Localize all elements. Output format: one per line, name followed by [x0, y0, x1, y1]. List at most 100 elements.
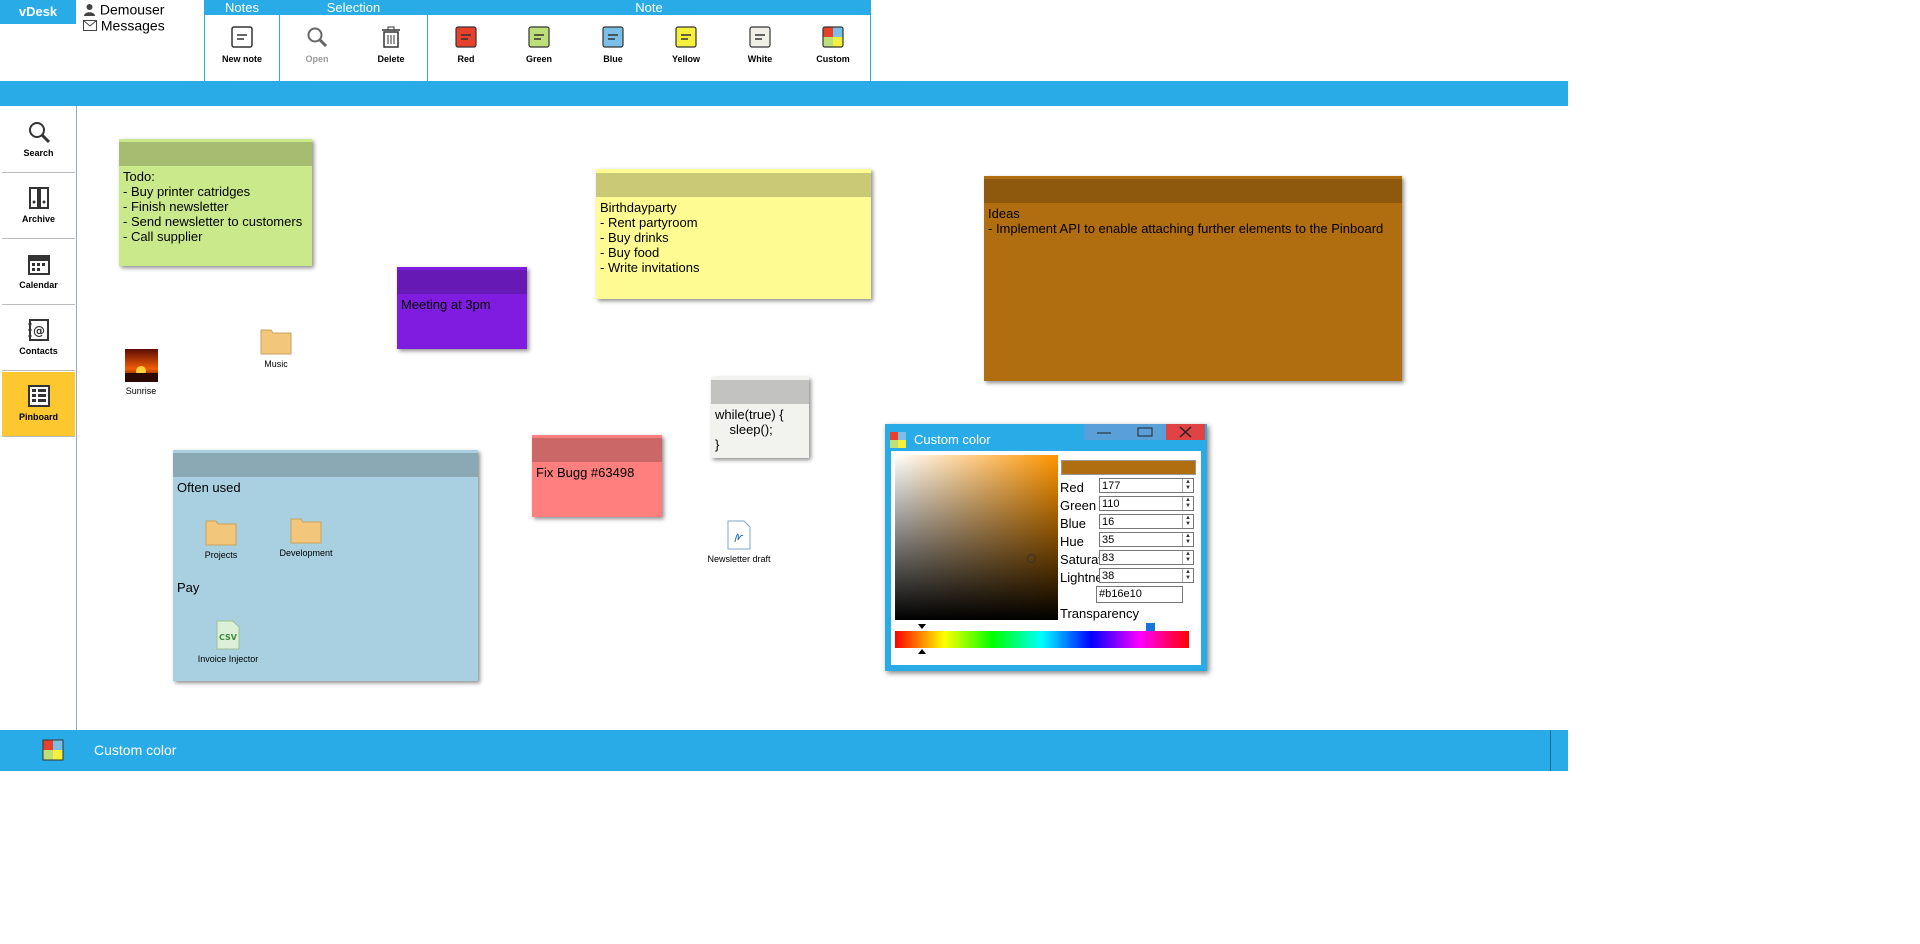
- folder-development[interactable]: Development: [261, 516, 351, 558]
- hex-input[interactable]: #b16e10: [1096, 586, 1183, 603]
- color-red-button[interactable]: Red: [436, 26, 496, 64]
- user-name: Demouser: [99, 1, 165, 18]
- folder-icon: [205, 520, 237, 546]
- note-text[interactable]: Meeting at 3pm: [397, 294, 527, 315]
- app-brand[interactable]: vDesk: [0, 0, 76, 24]
- note-drag-handle[interactable]: [397, 270, 527, 294]
- blue-label: Blue: [603, 54, 623, 64]
- note-bug[interactable]: Fix Bugg #63498: [532, 435, 662, 517]
- ribbon-group-title: Note: [428, 0, 870, 15]
- saturation-lightness-picker[interactable]: [895, 455, 1058, 620]
- sidebar-item-search[interactable]: Search: [2, 108, 75, 173]
- saturation-input[interactable]: 83 ▲ ▼: [1099, 550, 1194, 565]
- note-text[interactable]: Birthdayparty - Rent partyroom - Buy dri…: [596, 197, 871, 278]
- red-note-icon: [455, 26, 477, 48]
- maximize-button[interactable]: [1124, 424, 1166, 440]
- saturation-spinner[interactable]: ▲ ▼: [1182, 551, 1193, 564]
- open-button[interactable]: Open: [287, 26, 347, 64]
- delete-button[interactable]: Delete: [361, 26, 421, 64]
- search-icon: [307, 27, 328, 48]
- color-blue-button[interactable]: Blue: [583, 26, 643, 64]
- note-ideas[interactable]: Ideas - Implement API to enable attachin…: [984, 176, 1402, 381]
- folder-projects[interactable]: Projects: [176, 518, 266, 560]
- note-text[interactable]: Fix Bugg #63498: [532, 462, 662, 483]
- user-menu[interactable]: Demouser: [83, 0, 164, 17]
- new-note-button[interactable]: New note: [212, 26, 272, 64]
- messages-label: Messages: [100, 17, 165, 34]
- note-drag-handle[interactable]: [711, 380, 809, 404]
- note-meeting[interactable]: Meeting at 3pm: [397, 267, 527, 349]
- taskbar-item-label[interactable]: Custom color: [94, 742, 176, 758]
- ribbon-group-note: Note Red Green Blue Yellow White Custom: [427, 0, 871, 81]
- color-yellow-button[interactable]: Yellow: [656, 26, 716, 64]
- image-thumbnail: [124, 349, 158, 382]
- folder-music[interactable]: Music: [231, 327, 321, 369]
- open-label: Open: [305, 54, 329, 64]
- red-value: 177: [1102, 480, 1121, 492]
- hue-marker-bottom[interactable]: [918, 649, 926, 654]
- color-green-button[interactable]: Green: [509, 26, 569, 64]
- note-text[interactable]: Ideas - Implement API to enable attachin…: [984, 203, 1402, 239]
- custom-label: Custom: [816, 54, 850, 64]
- sidebar-item-calendar[interactable]: Calendar: [2, 240, 75, 305]
- file-label: Music: [264, 359, 288, 369]
- picker-cursor[interactable]: [1027, 554, 1036, 563]
- sidebar-item-pinboard[interactable]: Pinboard: [2, 372, 75, 437]
- hue-input[interactable]: 35 ▲ ▼: [1099, 532, 1194, 547]
- green-value: 110: [1102, 498, 1120, 510]
- delete-label: Delete: [377, 54, 405, 64]
- note-drag-handle[interactable]: [119, 142, 312, 166]
- red-input[interactable]: 177 ▲ ▼: [1099, 478, 1194, 493]
- file-label: Newsletter draft: [707, 554, 771, 564]
- file-label: Projects: [204, 550, 238, 560]
- taskbar-item-custom-color[interactable]: [42, 739, 64, 761]
- trash-icon: [382, 26, 400, 48]
- note-drag-handle[interactable]: [596, 173, 871, 197]
- dialog-body: Red 177 ▲ ▼ Green 110 ▲ ▼ Blue 16 ▲ ▼ Hue 35 ▲ ▼…: [891, 451, 1201, 665]
- red-spinner[interactable]: ▲ ▼: [1182, 479, 1193, 492]
- pinboard-icon: [27, 385, 50, 407]
- hue-marker-top[interactable]: [918, 624, 926, 629]
- header-band: [0, 81, 1568, 106]
- note-todo[interactable]: Todo: - Buy printer catridges - Finish n…: [119, 139, 312, 266]
- note-code[interactable]: while(true) { sleep(); }: [711, 377, 809, 458]
- blue-input[interactable]: 16 ▲ ▼: [1099, 514, 1194, 529]
- note-birthday[interactable]: Birthdayparty - Rent partyroom - Buy dri…: [596, 169, 871, 299]
- note-text[interactable]: Todo: - Buy printer catridges - Finish n…: [119, 166, 312, 247]
- sidebar-item-archive[interactable]: Archive: [2, 174, 75, 239]
- blue-note-icon: [602, 26, 624, 48]
- hue-spinner[interactable]: ▲ ▼: [1182, 533, 1193, 546]
- messages-link[interactable]: Messages: [83, 16, 165, 33]
- file-newsletter-draft[interactable]: Newsletter draft: [694, 520, 784, 564]
- svg-text:@: @: [33, 324, 45, 338]
- note-drag-handle[interactable]: [173, 453, 478, 477]
- transparency-label: Transparency: [1060, 606, 1139, 621]
- hue-field-label: Hue: [1060, 534, 1084, 549]
- file-invoice-injector[interactable]: CSV Invoice Injector: [183, 620, 273, 664]
- color-custom-button[interactable]: Custom: [803, 26, 863, 64]
- document-icon: [727, 520, 751, 550]
- file-sunrise[interactable]: Sunrise: [96, 349, 186, 396]
- saturation-field-label: Saturation: [1060, 552, 1100, 567]
- green-spinner[interactable]: ▲ ▼: [1182, 497, 1193, 510]
- lightness-spinner[interactable]: ▲ ▼: [1182, 569, 1193, 582]
- sidebar-item-label: Contacts: [19, 346, 58, 356]
- sidebar-item-label: Search: [23, 148, 54, 158]
- lightness-input[interactable]: 38 ▲ ▼: [1099, 568, 1194, 583]
- note-drag-handle[interactable]: [984, 179, 1402, 203]
- minimize-button[interactable]: [1084, 424, 1124, 440]
- note-drag-handle[interactable]: [532, 438, 662, 462]
- minimize-icon: [1097, 432, 1111, 434]
- hue-value: 35: [1102, 534, 1115, 546]
- ribbon-group-title: Selection: [280, 0, 427, 15]
- blue-spinner[interactable]: ▲ ▼: [1182, 515, 1193, 528]
- close-button[interactable]: [1166, 424, 1205, 440]
- color-white-button[interactable]: White: [730, 26, 790, 64]
- green-field-label: Green: [1060, 498, 1097, 513]
- note-title: Often used: [177, 480, 241, 495]
- note-text[interactable]: while(true) { sleep(); }: [711, 404, 809, 455]
- green-input[interactable]: 110 ▲ ▼: [1099, 496, 1194, 511]
- search-icon: [28, 122, 50, 144]
- sidebar-item-contacts[interactable]: @ Contacts: [2, 306, 75, 371]
- hue-slider[interactable]: [895, 631, 1189, 648]
